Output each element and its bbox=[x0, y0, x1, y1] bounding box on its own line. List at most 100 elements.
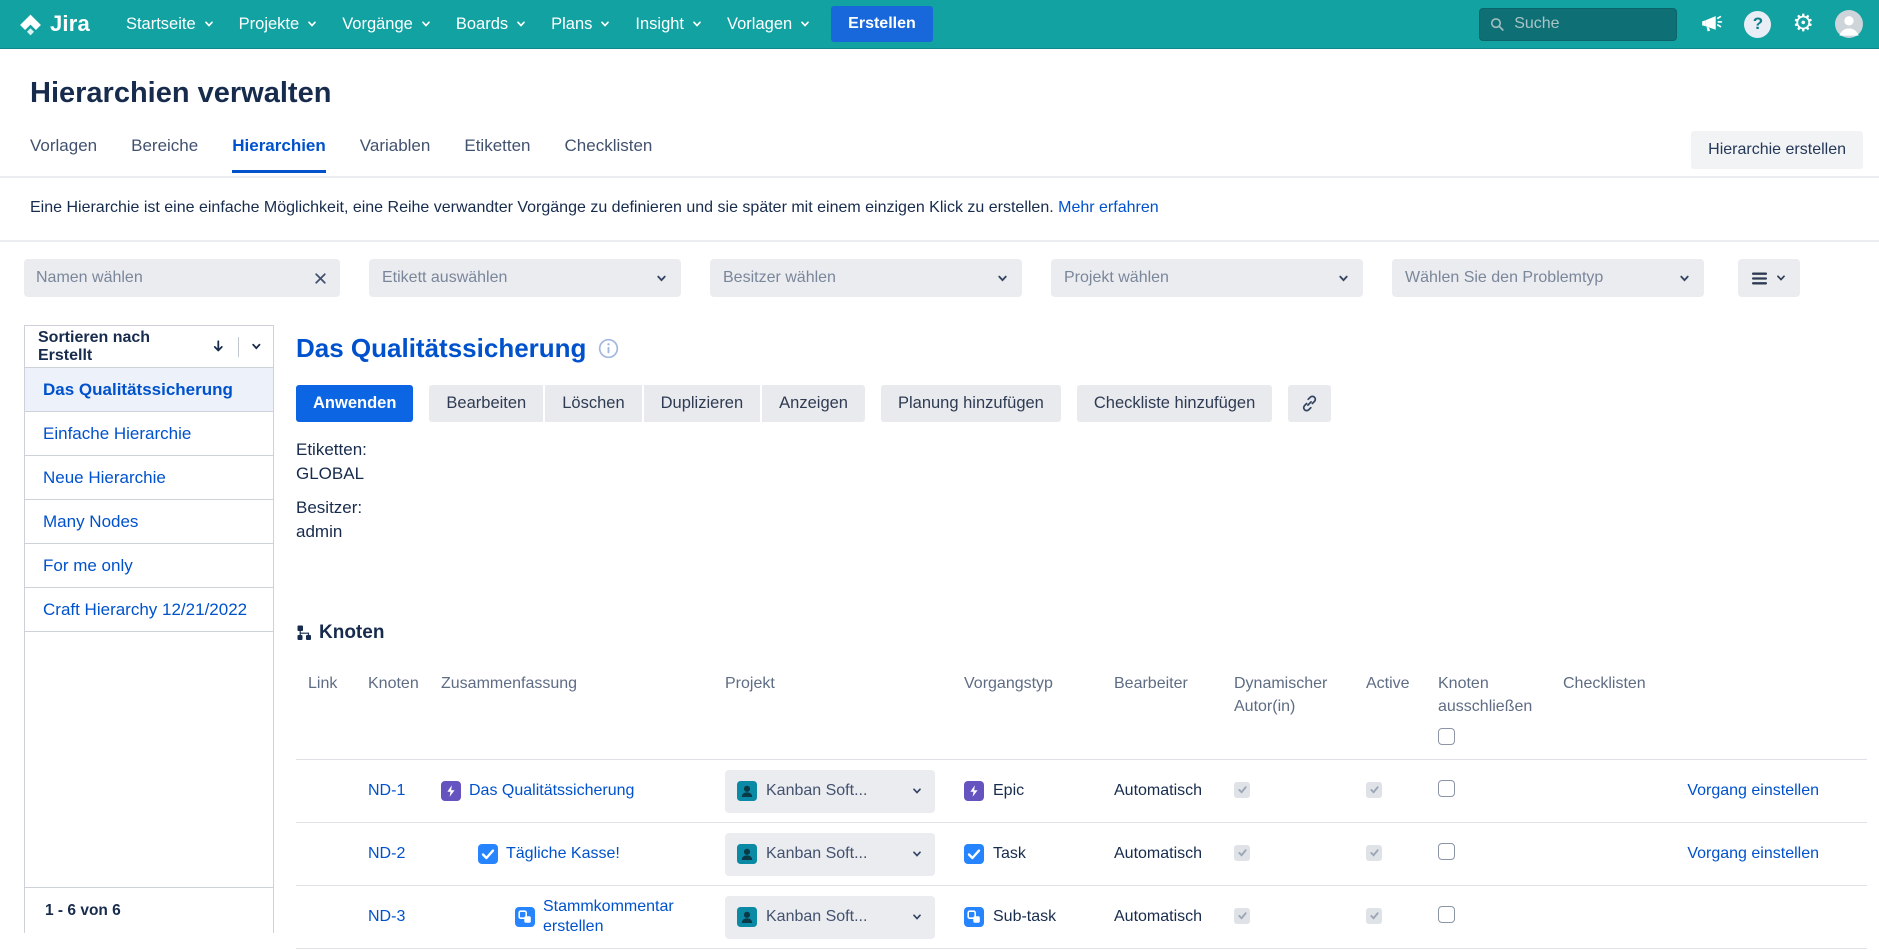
epic-icon bbox=[964, 781, 984, 801]
exclude-all-checkbox[interactable] bbox=[1438, 728, 1455, 745]
clear-icon[interactable] bbox=[313, 271, 328, 286]
list-item-neue-hierarchie[interactable]: Neue Hierarchie bbox=[25, 456, 273, 500]
learn-more-link[interactable]: Mehr erfahren bbox=[1058, 199, 1159, 216]
name-filter[interactable] bbox=[24, 259, 340, 297]
list-item-for-me-only[interactable]: For me only bbox=[25, 544, 273, 588]
project-select[interactable]: Kanban Soft... bbox=[725, 896, 935, 939]
nav-item-vorgaenge[interactable]: Vorgänge bbox=[330, 8, 444, 41]
help-icon[interactable]: ? bbox=[1744, 11, 1771, 38]
hierarchy-title: Das Qualitätssicherung bbox=[296, 333, 586, 364]
user-avatar[interactable] bbox=[1835, 10, 1863, 38]
duplicate-button[interactable]: Duplizieren bbox=[644, 385, 761, 422]
table-header-row: Link Knoten Zusammenfassung Projekt Vorg… bbox=[296, 672, 1867, 760]
set-issue-link[interactable]: Vorgang einstellen bbox=[1687, 845, 1819, 863]
tab-etiketten[interactable]: Etiketten bbox=[464, 136, 530, 171]
filter-bar: Etikett auswählen Besitzer wählen Projek… bbox=[0, 242, 1879, 297]
apply-button[interactable]: Anwenden bbox=[296, 385, 413, 422]
table-row: ND-1 Das Qualitätssicherung Kanban Soft.… bbox=[296, 760, 1867, 823]
project-select[interactable]: Kanban Soft... bbox=[725, 770, 935, 813]
add-checklist-button[interactable]: Checkliste hinzufügen bbox=[1077, 385, 1272, 422]
tab-bereiche[interactable]: Bereiche bbox=[131, 136, 198, 171]
view-options-button[interactable] bbox=[1738, 259, 1800, 297]
chevron-down-icon bbox=[911, 785, 923, 797]
list-item-einfache-hierarchie[interactable]: Einfache Hierarchie bbox=[25, 412, 273, 456]
add-plan-button[interactable]: Planung hinzufügen bbox=[881, 385, 1061, 422]
issuetype-filter-select[interactable]: Wählen Sie den Problemtyp bbox=[1392, 259, 1704, 297]
delete-button[interactable]: Löschen bbox=[545, 385, 641, 422]
nav-item-vorlagen[interactable]: Vorlagen bbox=[715, 8, 823, 41]
pagination-status: 1 - 6 von 6 bbox=[25, 887, 273, 933]
node-summary-link[interactable]: Das Qualitätssicherung bbox=[469, 782, 634, 800]
nav-item-boards[interactable]: Boards bbox=[444, 8, 539, 41]
show-button[interactable]: Anzeigen bbox=[762, 385, 865, 422]
label-filter-select[interactable]: Etikett auswählen bbox=[369, 259, 681, 297]
chevron-down-icon bbox=[911, 848, 923, 860]
dynamic-author-checkbox bbox=[1234, 845, 1250, 861]
exclude-node-checkbox[interactable] bbox=[1438, 780, 1455, 797]
project-filter-select[interactable]: Projekt wählen bbox=[1051, 259, 1363, 297]
chevron-down-icon bbox=[515, 18, 527, 30]
hierarchy-meta: Etiketten: GLOBAL Besitzer: admin bbox=[296, 438, 1867, 544]
search-input[interactable] bbox=[1514, 15, 1666, 33]
hierarchy-actions: Anwenden Bearbeiten Löschen Duplizieren … bbox=[296, 385, 1867, 422]
column-header-projekt: Projekt bbox=[725, 672, 964, 695]
project-avatar bbox=[737, 781, 757, 801]
epic-icon bbox=[441, 781, 461, 801]
nav-item-plans[interactable]: Plans bbox=[539, 8, 623, 41]
chevron-down-icon bbox=[911, 911, 923, 923]
exclude-node-checkbox[interactable] bbox=[1438, 906, 1455, 923]
node-key-link[interactable]: ND-1 bbox=[368, 782, 441, 800]
sort-direction-icon[interactable] bbox=[211, 339, 226, 354]
nav-item-insight[interactable]: Insight bbox=[623, 8, 715, 41]
tab-hierarchien[interactable]: Hierarchien bbox=[232, 136, 326, 171]
chevron-down-icon bbox=[799, 18, 811, 30]
table-row: ND-2 Tägliche Kasse! Kanban Soft... Task bbox=[296, 823, 1867, 886]
dynamic-author-checkbox bbox=[1234, 908, 1250, 924]
node-key-link[interactable]: ND-2 bbox=[368, 845, 441, 863]
issuetype-label: Sub-task bbox=[993, 908, 1056, 926]
tab-vorlagen[interactable]: Vorlagen bbox=[30, 136, 97, 171]
column-header-dynamischer-autor: Dynamischer Autor(in) bbox=[1234, 672, 1366, 718]
announcements-icon[interactable] bbox=[1698, 12, 1723, 37]
sort-label: Sortieren nach Erstellt bbox=[38, 329, 204, 365]
nav-item-startseite[interactable]: Startseite bbox=[114, 8, 227, 41]
nodes-table: Link Knoten Zusammenfassung Projekt Vorg… bbox=[296, 672, 1867, 949]
project-select[interactable]: Kanban Soft... bbox=[725, 833, 935, 876]
exclude-node-checkbox[interactable] bbox=[1438, 843, 1455, 860]
dynamic-author-checkbox bbox=[1234, 782, 1250, 798]
create-hierarchy-button[interactable]: Hierarchie erstellen bbox=[1691, 131, 1863, 169]
issuetype-label: Epic bbox=[993, 782, 1024, 800]
jira-logo[interactable]: Jira bbox=[18, 11, 90, 37]
set-issue-link[interactable]: Vorgang einstellen bbox=[1687, 782, 1819, 800]
column-header-vorgangstyp: Vorgangstyp bbox=[964, 672, 1114, 695]
top-navigation-bar: Jira Startseite Projekte Vorgänge Boards… bbox=[0, 0, 1879, 48]
sort-header[interactable]: Sortieren nach Erstellt bbox=[25, 326, 273, 368]
column-header-knoten: Knoten bbox=[368, 672, 441, 695]
list-item-many-nodes[interactable]: Many Nodes bbox=[25, 500, 273, 544]
nav-item-projekte[interactable]: Projekte bbox=[227, 8, 331, 41]
sort-menu-chevron-icon[interactable] bbox=[250, 340, 263, 353]
global-search[interactable] bbox=[1479, 8, 1677, 41]
info-icon[interactable] bbox=[598, 338, 619, 359]
edit-button[interactable]: Bearbeiten bbox=[429, 385, 543, 422]
list-item-craft-hierarchy[interactable]: Craft Hierarchy 12/21/2022 bbox=[25, 588, 273, 632]
page-description: Eine Hierarchie ist eine einfache Möglic… bbox=[0, 178, 1879, 242]
owner-filter-select[interactable]: Besitzer wählen bbox=[710, 259, 1022, 297]
chevron-down-icon bbox=[1775, 272, 1787, 284]
tab-variablen[interactable]: Variablen bbox=[360, 136, 431, 171]
chevron-down-icon bbox=[996, 272, 1009, 285]
node-summary-link[interactable]: Tägliche Kasse! bbox=[506, 845, 620, 863]
task-icon bbox=[964, 844, 984, 864]
node-key-link[interactable]: ND-3 bbox=[368, 908, 441, 926]
node-summary-link[interactable]: Stammkommentar erstellen bbox=[543, 897, 675, 937]
chevron-down-icon bbox=[599, 18, 611, 30]
name-filter-input[interactable] bbox=[36, 269, 305, 287]
settings-gear-icon[interactable]: ⚙ bbox=[1792, 12, 1814, 36]
chevron-down-icon bbox=[420, 18, 432, 30]
create-issue-button[interactable]: Erstellen bbox=[831, 6, 933, 42]
list-item-das-qualitaetssicherung[interactable]: Das Qualitätssicherung bbox=[25, 368, 273, 412]
hierarchy-list-panel: Sortieren nach Erstellt Das Qualitätssic… bbox=[24, 325, 274, 933]
link-icon bbox=[1300, 394, 1319, 413]
copy-link-button[interactable] bbox=[1288, 385, 1331, 422]
tab-checklisten[interactable]: Checklisten bbox=[565, 136, 653, 171]
